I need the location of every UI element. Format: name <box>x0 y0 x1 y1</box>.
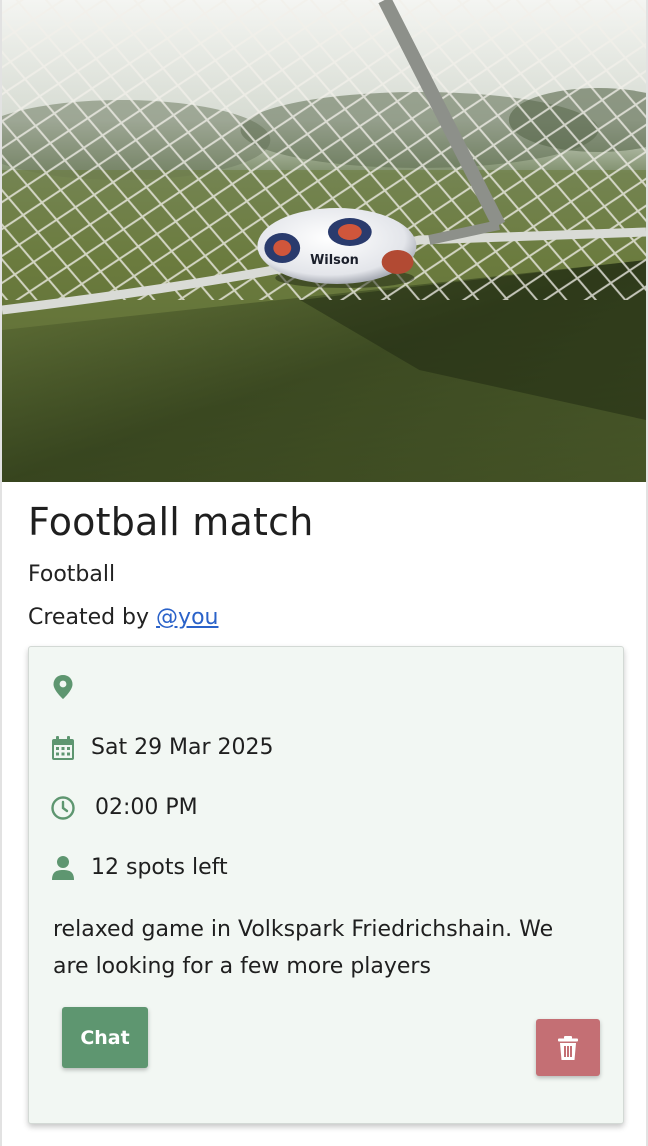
spots-left: 12 spots left <box>91 855 228 880</box>
user-icon <box>51 855 75 880</box>
event-description: relaxed game in Volkspark Friedrichshain… <box>53 917 554 979</box>
event-title: Football match <box>28 500 314 544</box>
map-pin-icon <box>51 675 75 699</box>
calendar-icon <box>51 735 75 760</box>
location-row <box>51 675 91 699</box>
delete-event-button[interactable] <box>536 1019 600 1076</box>
event-cover-image: Wilson <box>2 0 646 482</box>
time-row: 02:00 PM <box>51 795 198 820</box>
event-details-card: Sat 29 Mar 2025 02:00 PM 12 spots left r… <box>28 646 624 1124</box>
ball-logo-text: Wilson <box>310 253 359 268</box>
creator-profile-link[interactable]: @you <box>156 605 218 630</box>
spots-row: 12 spots left <box>51 855 228 880</box>
event-sport: Football <box>28 562 116 587</box>
event-detail-page: Wilson Football match Football Created b… <box>0 0 648 1146</box>
football-goal-photo: Wilson <box>2 0 646 482</box>
chat-button[interactable]: Chat <box>62 1007 148 1068</box>
trash-icon <box>558 1035 578 1060</box>
date-row: Sat 29 Mar 2025 <box>51 735 274 760</box>
clock-icon <box>51 795 75 820</box>
event-creator: Created by @you <box>28 605 218 630</box>
event-date: Sat 29 Mar 2025 <box>91 735 274 760</box>
created-by-label: Created by <box>28 605 150 630</box>
event-time: 02:00 PM <box>95 795 198 820</box>
